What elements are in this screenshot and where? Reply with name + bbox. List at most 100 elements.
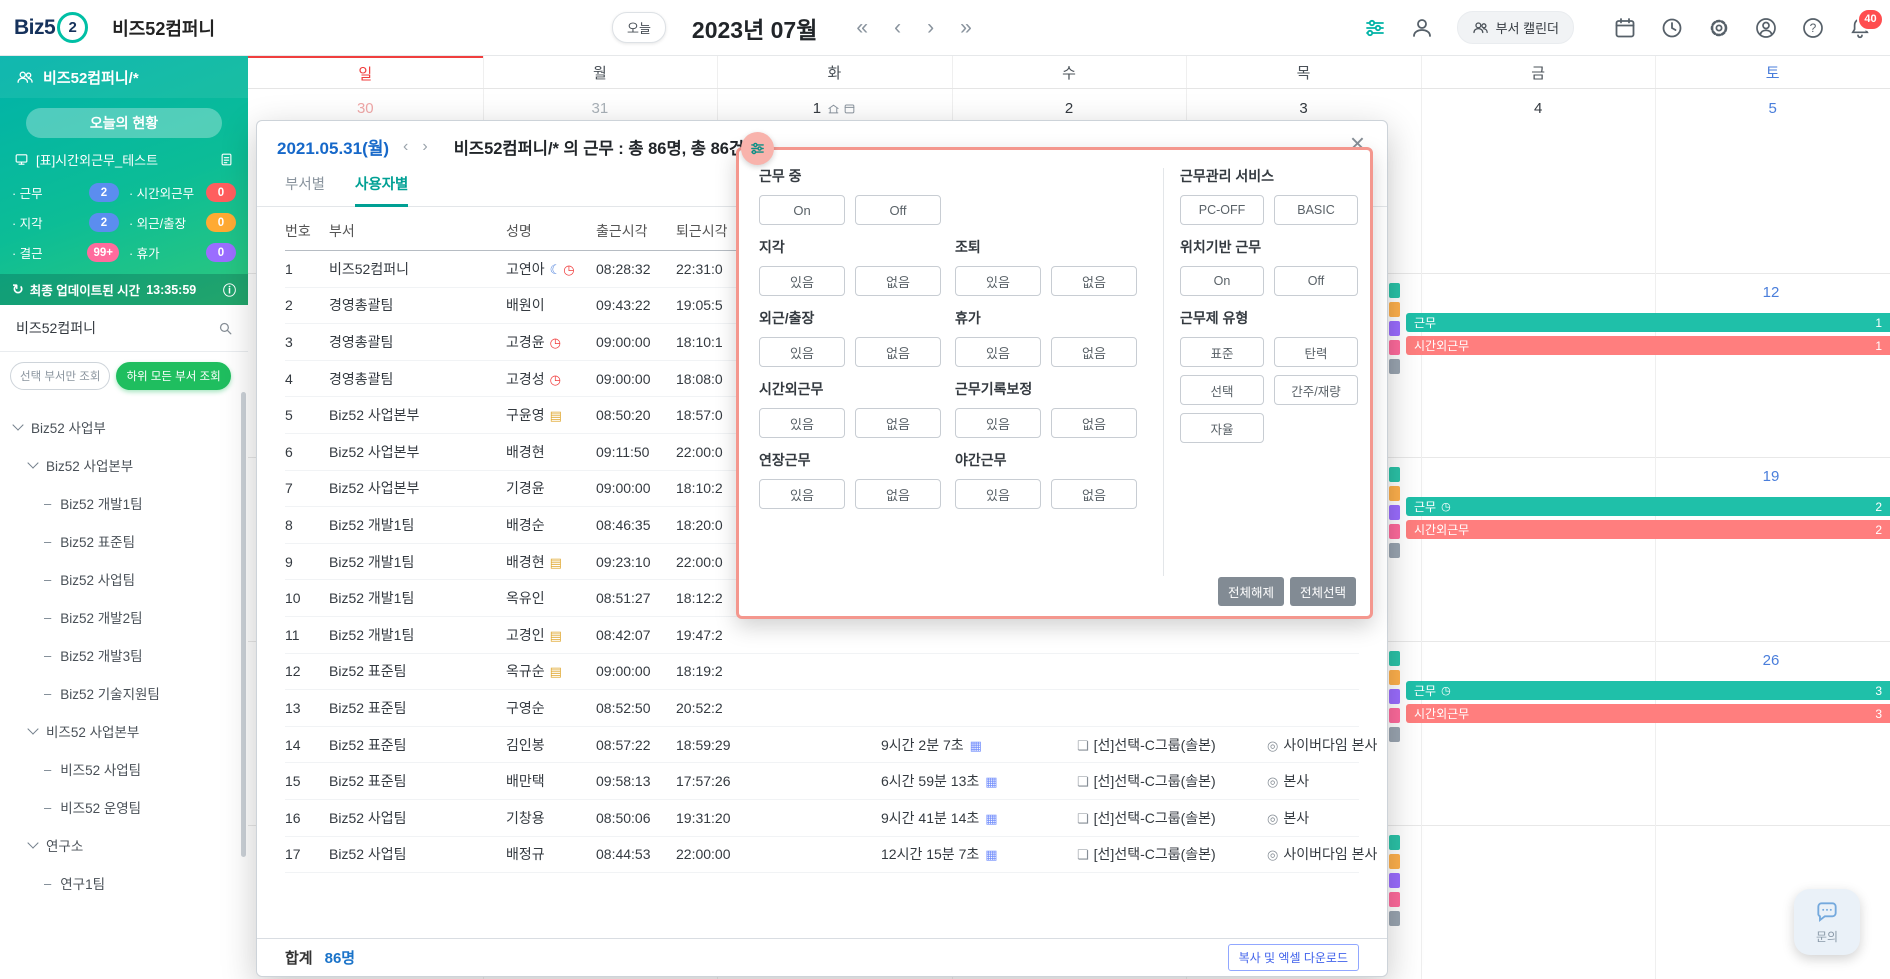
table-row[interactable]: 12 Biz52 표준팀 옥규순▤ 09:00:00 18:19:2 ▦ ❏ ◎ — [285, 654, 1359, 691]
copy-excel-download-button[interactable]: 복사 및 엑셀 다운로드 — [1227, 944, 1359, 971]
deselect-all-button[interactable]: 전체해제 — [1217, 577, 1284, 606]
next-month-button[interactable]: › — [927, 16, 934, 40]
filter-option-button[interactable]: 간주/재량 — [1274, 375, 1358, 405]
gear-icon[interactable] — [1707, 16, 1731, 40]
modal-date[interactable]: 2021.05.31(월) — [277, 134, 389, 159]
scope-toggle-button[interactable]: 하위 모든 부서 조회 — [116, 362, 231, 390]
table-row[interactable]: 15 Biz52 표준팀 배만택 09:58:13 17:57:26 6시간 5… — [285, 763, 1359, 800]
stat-item[interactable]: 휴가 0 — [129, 243, 236, 262]
prev-month-button[interactable]: ‹ — [894, 16, 901, 40]
filter-option-button[interactable]: 없음 — [855, 479, 941, 509]
last-month-button[interactable]: » — [960, 16, 972, 40]
department-search-input[interactable] — [14, 319, 209, 337]
tree-item[interactable]: 비즈52 사업본부 — [0, 712, 248, 750]
event-chip[interactable]: 근무 ◷ 1 — [1406, 313, 1890, 332]
sidebar-scrollbar[interactable] — [241, 392, 246, 857]
tree-item[interactable]: Biz52 개발1팀 — [0, 484, 248, 522]
event-chip[interactable]: 시간외근무 ◷ 2 — [1406, 520, 1890, 539]
event-chip[interactable]: 시간외근무 ◷ 1 — [1406, 336, 1890, 355]
tree-item[interactable]: Biz52 개발3팀 — [0, 636, 248, 674]
filter-option-button[interactable]: 있음 — [759, 479, 845, 509]
filter-option-button[interactable]: 있음 — [955, 408, 1041, 438]
stat-item[interactable]: 근무 2 — [12, 183, 119, 202]
filter-option-button[interactable]: 없음 — [855, 337, 941, 367]
tree-item[interactable]: Biz52 개발2팀 — [0, 598, 248, 636]
tree-item[interactable]: 연구1팀 — [0, 864, 248, 902]
calendar-icon[interactable] — [1613, 16, 1637, 40]
table-row[interactable]: 16 Biz52 사업팀 기창용 08:50:06 19:31:20 9시간 4… — [285, 800, 1359, 837]
table-row[interactable]: 14 Biz52 표준팀 김인봉 08:57:22 18:59:29 9시간 2… — [285, 727, 1377, 764]
event-chip[interactable]: 근무 ◷ 2 — [1406, 497, 1890, 516]
filter-option-button[interactable]: 없음 — [1051, 266, 1137, 296]
filter-option-button[interactable]: 자율 — [1180, 413, 1264, 443]
search-icon[interactable] — [217, 320, 234, 337]
filter-option-button[interactable]: 없음 — [855, 266, 941, 296]
person-icon[interactable] — [1410, 16, 1434, 40]
duration-detail-icon[interactable]: ▦ — [970, 738, 982, 753]
calendar-day-cell[interactable]: 12 근무 ◷ 1 시간외근무 ◷ 1 — [1406, 273, 1890, 457]
filter-option-button[interactable]: PC-OFF — [1180, 195, 1264, 225]
tree-item[interactable]: 연구소 — [0, 826, 248, 864]
filter-option-button[interactable]: 있음 — [759, 337, 845, 367]
filter-option-button[interactable]: BASIC — [1274, 195, 1358, 225]
stat-item[interactable]: 시간외근무 0 — [129, 183, 236, 202]
select-all-button[interactable]: 전체선택 — [1289, 577, 1356, 606]
today-button[interactable]: 오늘 — [612, 12, 666, 43]
filter-option-button[interactable]: 있음 — [955, 479, 1041, 509]
table-row[interactable]: 17 Biz52 사업팀 배정규 08:44:53 22:00:00 12시간 … — [285, 837, 1377, 874]
filter-option-button[interactable]: 없음 — [855, 408, 941, 438]
event-chip[interactable]: 시간외근무 ◷ 3 — [1406, 704, 1890, 723]
filter-option-button[interactable]: On — [759, 195, 845, 225]
table-row[interactable]: 11 Biz52 개발1팀 고경인▤ 08:42:07 19:47:2 ▦ ❏ … — [285, 617, 1359, 654]
filter-option-button[interactable]: 없음 — [1051, 479, 1137, 509]
duration-detail-icon[interactable]: ▦ — [985, 847, 997, 862]
tree-item[interactable]: Biz52 기술지원팀 — [0, 674, 248, 712]
filter-icon[interactable] — [741, 132, 774, 165]
refresh-icon[interactable]: ↻ — [12, 281, 24, 298]
report-link[interactable]: [표]시간외근무_테스트 — [0, 146, 248, 173]
event-chip[interactable]: 근무 ◷ 3 — [1406, 681, 1890, 700]
filter-option-button[interactable]: 있음 — [759, 266, 845, 296]
filter-option-button[interactable]: Off — [855, 195, 941, 225]
filter-option-button[interactable]: 선택 — [1180, 375, 1264, 405]
duration-detail-icon[interactable]: ▦ — [985, 774, 997, 789]
calendar-day-cell[interactable]: 26 근무 ◷ 3 시간외근무 ◷ 3 — [1406, 641, 1890, 825]
modal-tab[interactable]: 사용자별 — [355, 173, 409, 207]
tree-item[interactable]: Biz52 사업부 — [0, 408, 248, 446]
duration-detail-icon[interactable]: ▦ — [985, 811, 997, 826]
filter-option-button[interactable]: 없음 — [1051, 337, 1137, 367]
info-icon[interactable]: ⓘ — [223, 280, 236, 299]
filter-option-button[interactable]: 탄력 — [1274, 337, 1358, 367]
filter-option-button[interactable]: 있음 — [759, 408, 845, 438]
calendar-day-cell[interactable]: 19 근무 ◷ 2 시간외근무 ◷ 2 — [1406, 457, 1890, 641]
modal-tab[interactable]: 부서별 — [285, 173, 325, 207]
filter-sliders-icon[interactable] — [1363, 16, 1387, 40]
filter-option-button[interactable]: On — [1180, 266, 1264, 296]
first-month-button[interactable]: « — [856, 16, 868, 40]
filter-option-button[interactable]: 있음 — [955, 337, 1041, 367]
bell-icon[interactable]: 40 — [1848, 7, 1884, 40]
filter-option-button[interactable]: 있음 — [955, 266, 1041, 296]
notification-badge[interactable]: 40 — [1857, 7, 1884, 31]
prev-day-button[interactable]: ‹ — [403, 138, 408, 156]
biz52-logo[interactable]: Biz5 2 — [14, 12, 89, 43]
next-day-button[interactable]: › — [422, 138, 427, 156]
tree-item[interactable]: Biz52 사업팀 — [0, 560, 248, 598]
filter-option-button[interactable]: 없음 — [1051, 408, 1137, 438]
tree-item[interactable]: 비즈52 운영팀 — [0, 788, 248, 826]
profile-icon[interactable] — [1754, 16, 1778, 40]
tree-item[interactable]: Biz52 사업본부 — [0, 446, 248, 484]
stat-item[interactable]: 외근/출장 0 — [129, 213, 236, 232]
stat-item[interactable]: 지각 2 — [12, 213, 119, 232]
filter-option-button[interactable]: 표준 — [1180, 337, 1264, 367]
tree-item[interactable]: 비즈52 사업팀 — [0, 750, 248, 788]
filter-option-button[interactable]: Off — [1274, 266, 1358, 296]
tree-item[interactable]: Biz52 표준팀 — [0, 522, 248, 560]
table-row[interactable]: 13 Biz52 표준팀 구영순 08:52:50 20:52:2 ▦ ❏ ◎ — [285, 690, 1359, 727]
scope-toggle-button[interactable]: 선택 부서만 조회 — [10, 362, 111, 390]
time-stats-icon[interactable] — [1660, 16, 1684, 40]
help-icon[interactable]: ? — [1801, 16, 1825, 40]
stat-item[interactable]: 결근 99+ — [12, 243, 119, 262]
inquiry-chat-button[interactable]: 문의 — [1794, 889, 1860, 955]
dept-calendar-button[interactable]: 부서 캘린더 — [1456, 11, 1574, 44]
